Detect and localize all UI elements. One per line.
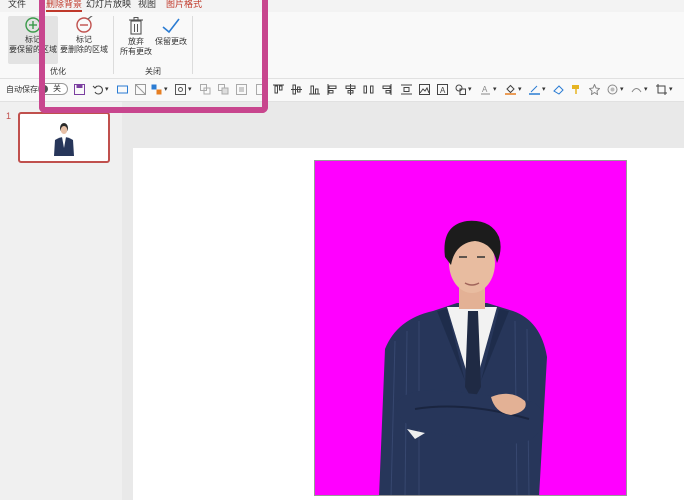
slide-number: 1 — [6, 111, 12, 121]
align-middle-icon[interactable] — [291, 84, 302, 95]
svg-text:A: A — [440, 86, 446, 95]
eraser-icon[interactable] — [553, 84, 564, 95]
menu-file[interactable]: 文件 — [8, 0, 26, 10]
autosave-label: 自动保存 — [6, 85, 38, 94]
align-bottom-icon[interactable] — [309, 84, 320, 95]
effects-dropdown-chevron-icon[interactable]: ▾ — [620, 85, 624, 93]
transparency-icon[interactable] — [631, 84, 642, 95]
fill-color-dropdown-chevron-icon[interactable]: ▾ — [518, 85, 522, 93]
thumbnail-person-image — [54, 123, 74, 156]
transparency-dropdown-chevron-icon[interactable]: ▾ — [644, 85, 648, 93]
font-color-dropdown-chevron-icon[interactable]: ▾ — [493, 85, 497, 93]
shapes-icon[interactable] — [455, 84, 466, 95]
distribute-horizontal-icon[interactable] — [363, 84, 374, 95]
align-left-icon[interactable] — [327, 84, 338, 95]
highlight-annotation — [39, 0, 268, 113]
shapes-dropdown-chevron-icon[interactable]: ▾ — [468, 85, 472, 93]
businessman-photo — [379, 220, 547, 495]
distribute-vertical-icon[interactable] — [401, 84, 412, 95]
photo-with-removal-mask[interactable] — [314, 160, 627, 496]
text-box-icon[interactable]: A — [437, 84, 448, 95]
align-top-icon[interactable] — [273, 84, 284, 95]
slide-thumbnail[interactable] — [18, 112, 110, 163]
artistic-effects-icon[interactable] — [607, 84, 618, 95]
picture-icon[interactable] — [419, 84, 430, 95]
font-color-icon[interactable]: A — [480, 84, 491, 95]
crop-icon[interactable] — [656, 84, 667, 95]
format-painter-icon[interactable] — [571, 84, 582, 95]
align-center-icon[interactable] — [345, 84, 356, 95]
fill-color-icon[interactable] — [505, 84, 516, 95]
align-right-icon[interactable] — [381, 84, 392, 95]
crop-dropdown-chevron-icon[interactable]: ▾ — [669, 85, 673, 93]
effects-icon[interactable] — [589, 84, 600, 95]
outline-color-icon[interactable] — [529, 84, 540, 95]
outline-color-dropdown-chevron-icon[interactable]: ▾ — [542, 85, 546, 93]
svg-text:A: A — [482, 85, 488, 94]
